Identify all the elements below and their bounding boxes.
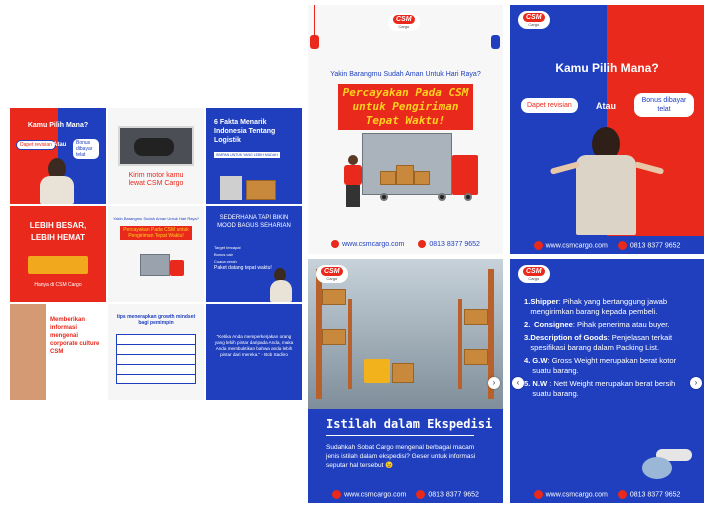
phone-number[interactable]: 0813 8377 9652 bbox=[617, 240, 680, 250]
post-title: Istilah dalam Ekspedisi bbox=[326, 417, 493, 431]
tile-title: LEBIH BESAR, LEBIH HEMAT bbox=[29, 221, 87, 242]
courier-figure bbox=[348, 155, 358, 165]
phone-number[interactable]: 0813 8377 9652 bbox=[617, 489, 680, 499]
post-istilah-list[interactable]: CSM Cargo ‹ › 1. Shipper: Pihak yang bert… bbox=[510, 259, 704, 503]
csm-logo: CSM Cargo bbox=[518, 11, 550, 29]
website-link[interactable]: www.csmcargo.com bbox=[332, 489, 406, 499]
grid-tile-fakta-logistik[interactable]: 6 Fakta Menarik Indonesia Tentang Logist… bbox=[206, 108, 302, 204]
tile-left-bubble: Dapet revisian bbox=[16, 140, 56, 150]
post-percayakan-csm[interactable]: CSM Cargo Yakin Barangmu Sudah Aman Untu… bbox=[308, 5, 503, 254]
grid-tile-percayakan[interactable]: Yakin Barangmu Sudah Aman Untuk Hari Ray… bbox=[108, 206, 204, 302]
check-item: Bonus cair bbox=[214, 252, 233, 257]
mid-text: Atau bbox=[596, 101, 616, 111]
grid-tile-pilih-mana[interactable]: Kamu Pilih Mana? Dapet revisian Atau Bon… bbox=[10, 108, 106, 204]
checklist: Target tercapai Bonus cair Cuaca cerah P… bbox=[214, 244, 274, 272]
tile-tag: SIMPAN UNTUK YANG LEBIH MUDAH bbox=[214, 152, 280, 158]
tile-title: SEDERHANA TAPI BIKIN MOOD BAGUS SEHARIAN bbox=[217, 215, 291, 229]
tile-caption: Hanya di CSM Cargo bbox=[34, 282, 82, 288]
table-graphic bbox=[116, 334, 196, 384]
tile-mid-text: Atau bbox=[53, 142, 67, 148]
grid-tile-quote[interactable]: "Ketika Anda memperkerjakan orang yang l… bbox=[206, 304, 302, 400]
tile-headline: Percayakan Pada CSM untuk Pengiriman Tep… bbox=[120, 226, 192, 240]
website-link[interactable]: www.csmcargo.com bbox=[533, 489, 608, 499]
forklift-image bbox=[364, 359, 390, 383]
prev-arrow-icon[interactable]: ‹ bbox=[512, 377, 524, 389]
csm-logo: CSM Cargo bbox=[316, 265, 348, 283]
next-arrow-icon[interactable]: › bbox=[488, 377, 500, 389]
website-link[interactable]: www.csmcargo.com bbox=[331, 240, 404, 248]
csm-logo: CSM Cargo bbox=[518, 265, 550, 283]
term-item: 3. Description of Goods: Penjelasan terka… bbox=[524, 333, 673, 352]
grid-tile-corporate-culture[interactable]: Memberikan informasi mengenai corporate … bbox=[10, 304, 106, 400]
term-item: 1. Shipper: Pihak yang bertanggung jawab … bbox=[524, 297, 668, 316]
contact-footer: www.csmcargo.com 0813 8377 9652 bbox=[510, 236, 704, 254]
post-kamu-pilih-mana[interactable]: CSM Cargo Kamu Pilih Mana? Dapet revisia… bbox=[510, 5, 704, 254]
grid-tile-growth-mindset[interactable]: tips menerapkan growth mindset bagi pemi… bbox=[108, 304, 204, 400]
term-item: 5. N.W : Nett Weight merupakan berat bers… bbox=[524, 379, 676, 398]
post-istilah-ekspedisi[interactable]: CSM Cargo › Istilah dalam Ekspedisi Suda… bbox=[308, 259, 503, 503]
csm-logo: CSM Cargo bbox=[388, 13, 420, 31]
phone-number[interactable]: 0813 8377 9652 bbox=[418, 240, 480, 248]
question-text: Yakin Barangmu Sudah Aman Untuk Hari Ray… bbox=[330, 71, 481, 78]
post-grid: Kamu Pilih Mana? Dapet revisian Atau Bon… bbox=[10, 108, 302, 400]
grid-tile-lebih-besar[interactable]: LEBIH BESAR, LEBIH HEMAT Hanya di CSM Ca… bbox=[10, 206, 106, 302]
website-link[interactable]: www.csmcargo.com bbox=[533, 240, 608, 250]
post-body: Sudahkah Sobat Cargo mengenal berbagai m… bbox=[326, 444, 476, 469]
contact-footer: www.csmcargo.com 0813 8377 9652 bbox=[308, 234, 503, 254]
term-item: 2. Consignee: Pihak penerima atau buyer. bbox=[524, 320, 670, 329]
tile-right-bubble: Bonus dibayar telat bbox=[72, 138, 100, 160]
motorcycle-image bbox=[134, 138, 174, 156]
tile-caption: Kirim motor kamu lewat CSM Cargo bbox=[128, 172, 184, 187]
truck-cargo bbox=[362, 133, 452, 195]
tile-title: tips menerapkan growth mindset bagi pemi… bbox=[116, 314, 196, 326]
lantern-icon bbox=[491, 35, 500, 49]
truck-image bbox=[28, 256, 88, 274]
check-item: Paket datang tepat waktu! bbox=[214, 265, 272, 271]
check-item: Cuaca cerah bbox=[214, 259, 237, 264]
tile-title: Memberikan informasi mengenai corporate … bbox=[50, 317, 100, 355]
collage-canvas: Kamu Pilih Mana? Dapet revisian Atau Bon… bbox=[0, 0, 709, 507]
tile-title: 6 Fakta Menarik Indonesia Tentang Logist… bbox=[214, 119, 276, 144]
phone-number[interactable]: 0813 8377 9652 bbox=[416, 489, 479, 499]
contact-footer: www.csmcargo.com 0813 8377 9652 bbox=[510, 485, 704, 503]
grid-tile-kirim-motor[interactable]: Kirim motor kamu lewat CSM Cargo bbox=[108, 108, 204, 204]
globe-image bbox=[642, 457, 672, 479]
tile-title: Kamu Pilih Mana? bbox=[27, 122, 89, 129]
left-bubble: Dapet revisian bbox=[520, 97, 579, 114]
tile-top-text: Yakin Barangmu Sudah Aman Untuk Hari Ray… bbox=[113, 216, 199, 221]
right-bubble: Bonus dibayar telat bbox=[634, 93, 694, 117]
check-item: Target tercapai bbox=[214, 245, 241, 250]
terms-list: 1. Shipper: Pihak yang bertanggung jawab … bbox=[524, 297, 692, 402]
term-item: 4. G.W: Gross Weight merupakan berat koto… bbox=[524, 356, 677, 375]
tile-quote: "Ketika Anda memperkerjakan orang yang l… bbox=[214, 334, 294, 357]
grid-tile-sederhana[interactable]: SEDERHANA TAPI BIKIN MOOD BAGUS SEHARIAN… bbox=[206, 206, 302, 302]
truck-cab bbox=[452, 155, 478, 195]
headline-banner: Percayakan Pada CSM untuk Pengiriman Tep… bbox=[338, 84, 473, 130]
contact-footer: www.csmcargo.com 0813 8377 9652 bbox=[308, 485, 503, 503]
lantern-icon bbox=[310, 35, 319, 49]
post-title: Kamu Pilih Mana? bbox=[555, 61, 659, 75]
